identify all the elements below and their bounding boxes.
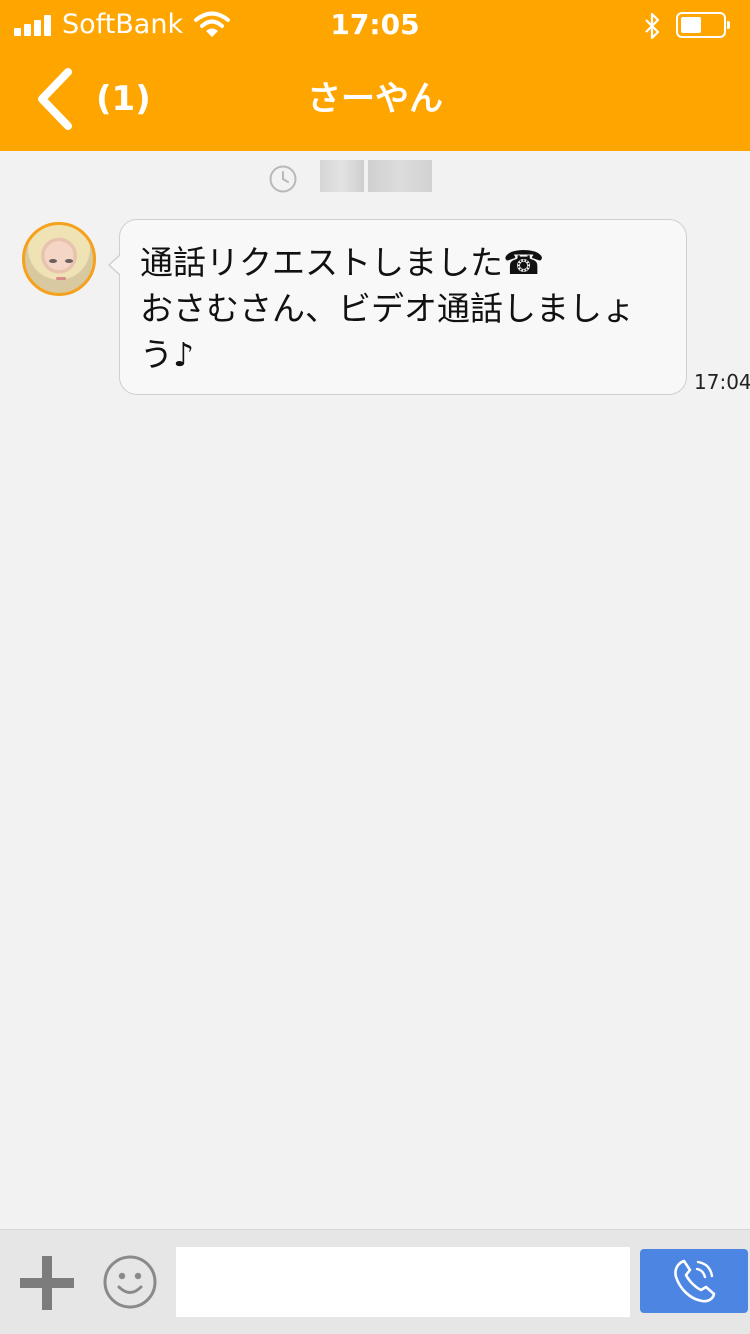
composer-bar	[0, 1229, 750, 1334]
message-input[interactable]	[176, 1247, 630, 1317]
page-title: さーやん	[307, 79, 443, 119]
header-bar: SoftBank 17:05 (1) さーやん	[0, 0, 750, 151]
blurred-date	[368, 160, 432, 192]
blurred-date	[320, 160, 364, 192]
call-button[interactable]	[640, 1249, 748, 1313]
message-line-2: おさむさん、ビデオ通話しましょう♪	[140, 289, 635, 374]
smiley-icon[interactable]	[102, 1254, 158, 1310]
battery-icon	[676, 12, 730, 38]
status-time: 17:05	[330, 8, 420, 41]
message-time: 17:04	[694, 370, 750, 394]
phone-icon	[674, 1259, 716, 1303]
message-text: 通話リクエストしました☎ おさむさん、ビデオ通話しましょう♪	[140, 240, 666, 378]
clock-icon	[269, 165, 297, 193]
plus-icon[interactable]	[20, 1256, 74, 1310]
status-bar: SoftBank 17:05	[0, 0, 750, 52]
date-separator	[0, 158, 750, 198]
bluetooth-icon	[645, 12, 660, 40]
message-line-1: 通話リクエストしました☎	[140, 243, 545, 282]
avatar[interactable]	[22, 222, 96, 296]
message-bubble[interactable]: 通話リクエストしました☎ おさむさん、ビデオ通話しましょう♪	[108, 219, 687, 395]
